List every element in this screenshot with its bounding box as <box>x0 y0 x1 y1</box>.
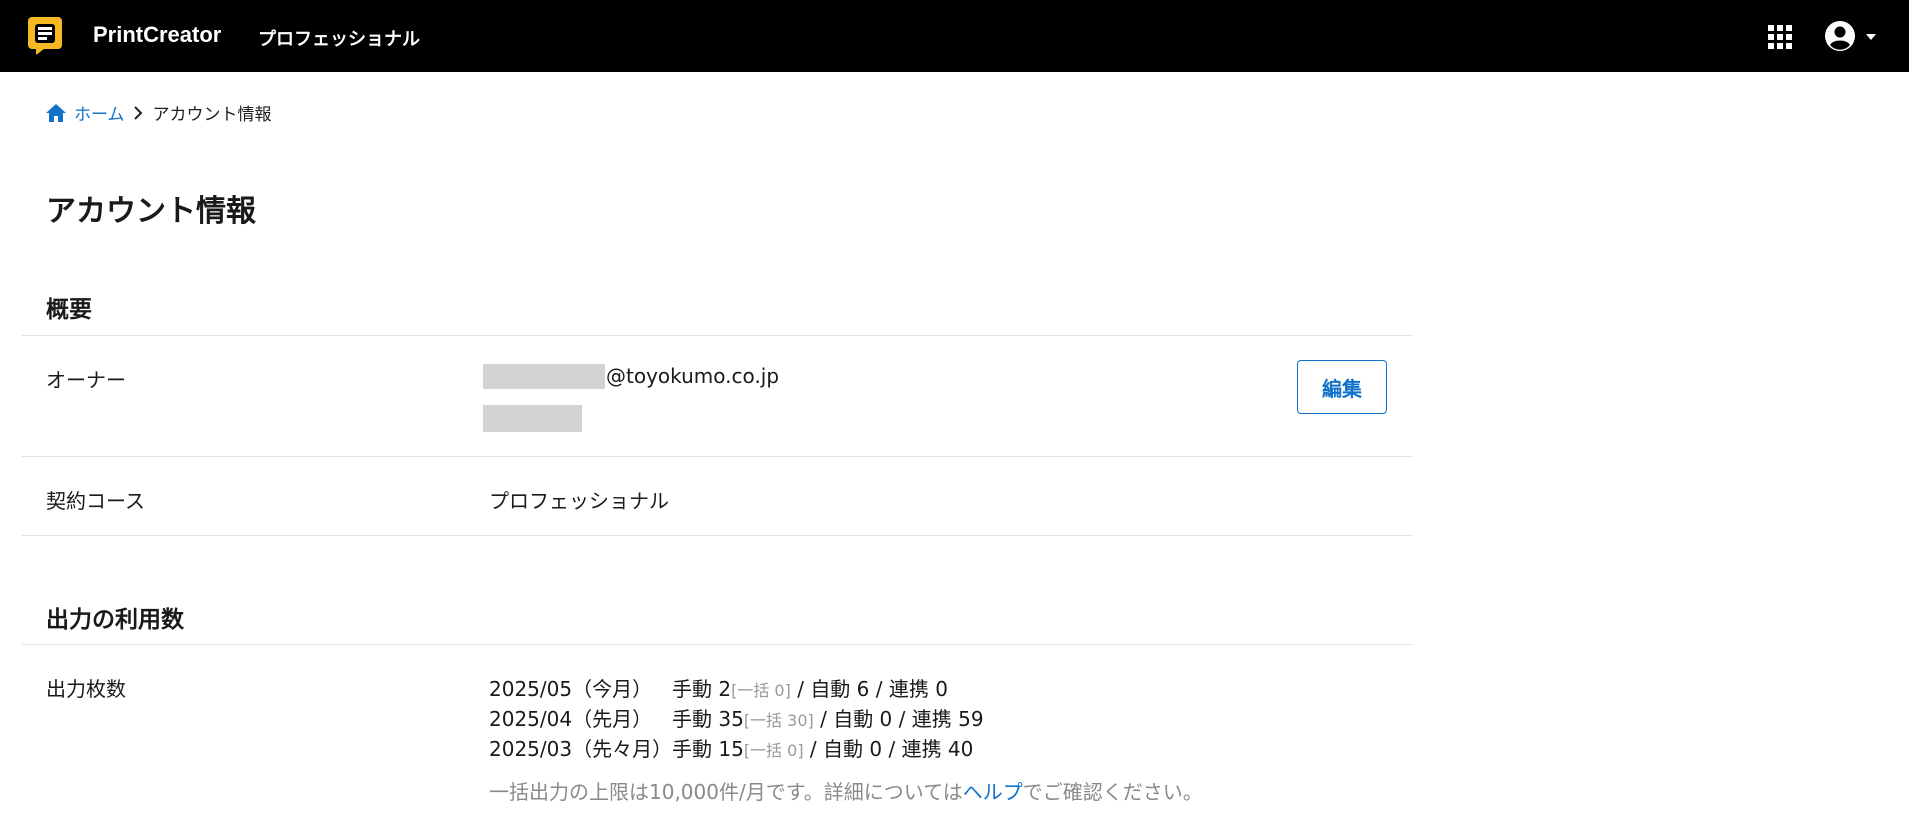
caret-down-icon <box>1866 34 1876 40</box>
usage-month: 2025/04（先月） <box>489 707 653 731</box>
bulk-limit-note: 一括出力の上限は10,000件/月です。詳細についてはヘルプでご確認ください。 <box>489 776 1203 805</box>
chevron-right-icon <box>133 105 142 120</box>
contract-label: 契約コース <box>46 489 145 513</box>
owner-email-domain: @toyokumo.co.jp <box>606 364 780 388</box>
account-circle-icon <box>1825 21 1855 51</box>
note-text-after: でご確認ください。 <box>1022 780 1203 804</box>
divider <box>22 456 1413 457</box>
redacted-owner-detail <box>483 405 582 432</box>
divider <box>22 335 1413 336</box>
usage-rest: / 自動 6 / 連携 0 <box>790 677 948 701</box>
top-bar: PrintCreator プロフェッショナル <box>0 0 1909 72</box>
usage-bulk: [一括 0] <box>743 741 804 760</box>
breadcrumb: ホーム アカウント情報 <box>46 100 272 125</box>
breadcrumb-current: アカウント情報 <box>152 105 272 125</box>
help-link[interactable]: ヘルプ <box>963 780 1023 804</box>
section-title-usage: 出力の利用数 <box>46 607 184 633</box>
divider <box>22 535 1413 536</box>
usage-rest: / 自動 0 / 連携 40 <box>803 737 974 761</box>
app-name[interactable]: PrintCreator <box>93 22 221 48</box>
usage-row: 2025/03（先々月）手動 15[一括 0] / 自動 0 / 連携 40 <box>489 733 973 762</box>
edit-button[interactable]: 編集 <box>1297 360 1387 414</box>
usage-month: 2025/03（先々月） <box>489 737 673 761</box>
usage-month: 2025/05（今月） <box>489 677 653 701</box>
usage-row: 2025/05（今月） 手動 2[一括 0] / 自動 6 / 連携 0 <box>489 673 948 702</box>
home-icon <box>46 103 66 122</box>
breadcrumb-home-label: ホーム <box>74 105 125 125</box>
usage-manual: 手動 2 <box>672 677 732 701</box>
divider <box>22 644 1413 645</box>
section-title-overview: 概要 <box>46 297 92 323</box>
apps-grid-icon[interactable] <box>1768 25 1792 49</box>
breadcrumb-home-link[interactable]: ホーム <box>46 100 125 125</box>
account-menu-button[interactable] <box>1824 20 1882 52</box>
usage-rest: / 自動 0 / 連携 59 <box>813 707 984 731</box>
usage-row: 2025/04（先月） 手動 35[一括 30] / 自動 0 / 連携 59 <box>489 703 984 732</box>
printcreator-logo[interactable] <box>26 15 64 57</box>
redacted-owner-name <box>483 364 605 389</box>
owner-label: オーナー <box>46 368 126 392</box>
contract-value: プロフェッショナル <box>489 489 669 513</box>
plan-name: プロフェッショナル <box>258 29 420 50</box>
usage-manual: 手動 15 <box>672 737 744 761</box>
output-count-label: 出力枚数 <box>46 677 126 701</box>
usage-manual: 手動 35 <box>672 707 744 731</box>
note-text-before: 一括出力の上限は10,000件/月です。詳細については <box>489 780 963 804</box>
usage-bulk: [一括 0] <box>731 681 791 700</box>
usage-bulk: [一括 30] <box>743 711 814 730</box>
page-title: アカウント情報 <box>46 194 256 229</box>
